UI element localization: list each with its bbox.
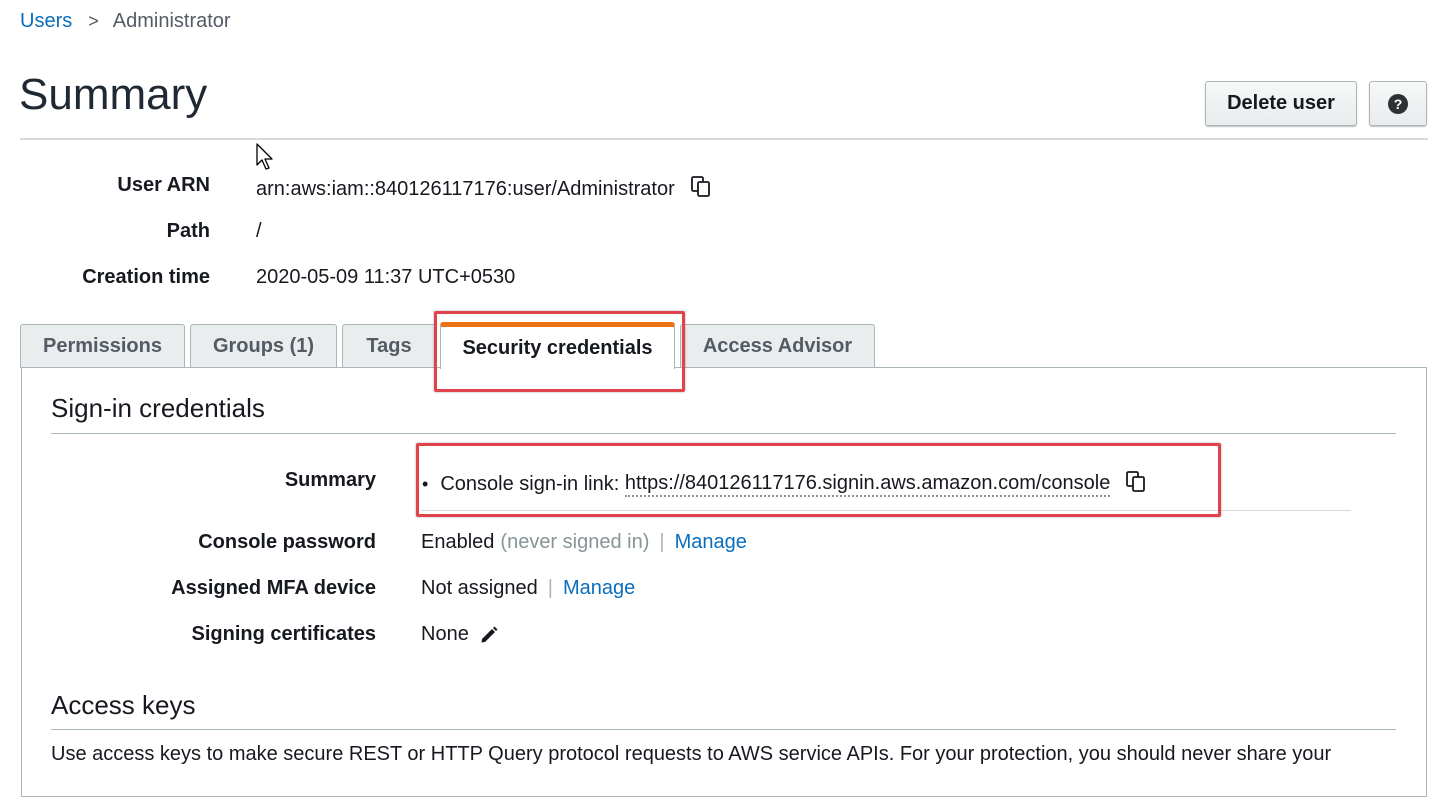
path-value: / xyxy=(256,220,262,242)
signing-certificates-label: Signing certificates xyxy=(191,623,377,645)
breadcrumb-users-link[interactable]: Users xyxy=(20,10,72,33)
manage-mfa-link[interactable]: Manage xyxy=(563,577,635,600)
breadcrumb-current: Administrator xyxy=(112,10,231,32)
access-keys-divider xyxy=(51,729,1396,730)
help-icon: ? xyxy=(1388,93,1408,114)
signin-link-highlight-box xyxy=(416,443,1221,517)
creation-time-label: Creation time xyxy=(82,266,210,288)
access-keys-description: Use access keys to make secure REST or H… xyxy=(51,743,1332,765)
path-label: Path xyxy=(166,220,210,242)
page-title: Summary xyxy=(19,70,208,119)
signin-section-divider xyxy=(51,433,1396,434)
tab-highlight-box xyxy=(434,311,685,392)
breadcrumb: Users > Administrator xyxy=(20,10,231,33)
title-divider xyxy=(20,138,1428,140)
tab-tags[interactable]: Tags xyxy=(342,324,436,368)
access-keys-section-title: Access keys xyxy=(51,690,196,720)
manage-password-link[interactable]: Manage xyxy=(675,531,747,554)
mfa-row: Not assigned | Manage xyxy=(421,577,635,600)
mfa-label: Assigned MFA device xyxy=(171,577,376,599)
signing-certificates-row: None xyxy=(421,623,499,646)
console-password-label: Console password xyxy=(198,531,376,553)
mouse-cursor-icon xyxy=(256,143,273,170)
user-arn-value: arn:aws:iam::840126117176:user/Administr… xyxy=(256,177,675,200)
copy-icon[interactable] xyxy=(689,174,713,204)
tab-permissions[interactable]: Permissions xyxy=(20,324,185,368)
tab-access-advisor[interactable]: Access Advisor xyxy=(680,324,875,368)
separator: | xyxy=(547,577,553,599)
separator: | xyxy=(659,531,665,553)
signing-certificates-value: None xyxy=(421,623,469,645)
pencil-icon[interactable] xyxy=(479,625,499,645)
user-arn-label: User ARN xyxy=(117,174,210,196)
signin-section-title: Sign-in credentials xyxy=(51,393,265,423)
creation-time-value: 2020-05-09 11:37 UTC+0530 xyxy=(256,266,516,288)
tab-groups[interactable]: Groups (1) xyxy=(190,324,337,368)
console-password-status: Enabled xyxy=(421,531,495,553)
console-password-row: Enabled (never signed in) | Manage xyxy=(421,531,747,554)
help-button[interactable]: ? xyxy=(1369,81,1427,126)
signin-summary-label: Summary xyxy=(284,469,376,491)
mfa-value: Not assigned xyxy=(421,577,538,599)
chevron-right-icon: > xyxy=(88,11,99,31)
delete-user-button[interactable]: Delete user xyxy=(1205,81,1357,126)
user-arn-row: arn:aws:iam::840126117176:user/Administr… xyxy=(256,174,713,204)
console-password-note: (never signed in) xyxy=(500,531,650,553)
